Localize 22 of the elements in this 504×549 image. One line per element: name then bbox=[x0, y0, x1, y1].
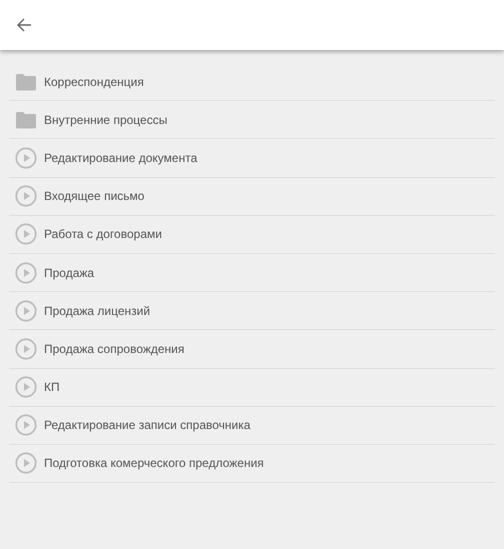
play-icon bbox=[15, 223, 37, 246]
list-item[interactable]: Редактирование документа bbox=[9, 139, 495, 178]
play-icon bbox=[15, 185, 37, 208]
play-icon bbox=[15, 300, 37, 322]
play-icon bbox=[15, 146, 37, 169]
play-icon bbox=[15, 376, 37, 398]
list-item[interactable]: Продажа сопровождения bbox=[9, 330, 495, 368]
list-item[interactable]: Подготовка комерческого предложения bbox=[9, 444, 495, 484]
folder-icon bbox=[15, 72, 37, 91]
list-item[interactable]: Редактирование записи справочника bbox=[9, 406, 495, 445]
list-item[interactable]: КП bbox=[9, 368, 495, 407]
play-icon bbox=[15, 338, 37, 360]
play-icon bbox=[15, 452, 37, 474]
list-item[interactable]: Продажа лицензий bbox=[9, 292, 495, 330]
play-icon bbox=[15, 414, 37, 436]
list-item[interactable]: Продажа bbox=[9, 254, 495, 292]
folder-icon bbox=[15, 110, 37, 129]
list-item[interactable]: Работа с договорами bbox=[9, 216, 495, 254]
play-icon bbox=[15, 262, 37, 284]
list-item[interactable]: Внутренние процессы bbox=[9, 101, 495, 140]
list-item[interactable]: Входящее письмо bbox=[9, 178, 495, 216]
list-item[interactable]: Корреспонденция bbox=[9, 63, 495, 102]
